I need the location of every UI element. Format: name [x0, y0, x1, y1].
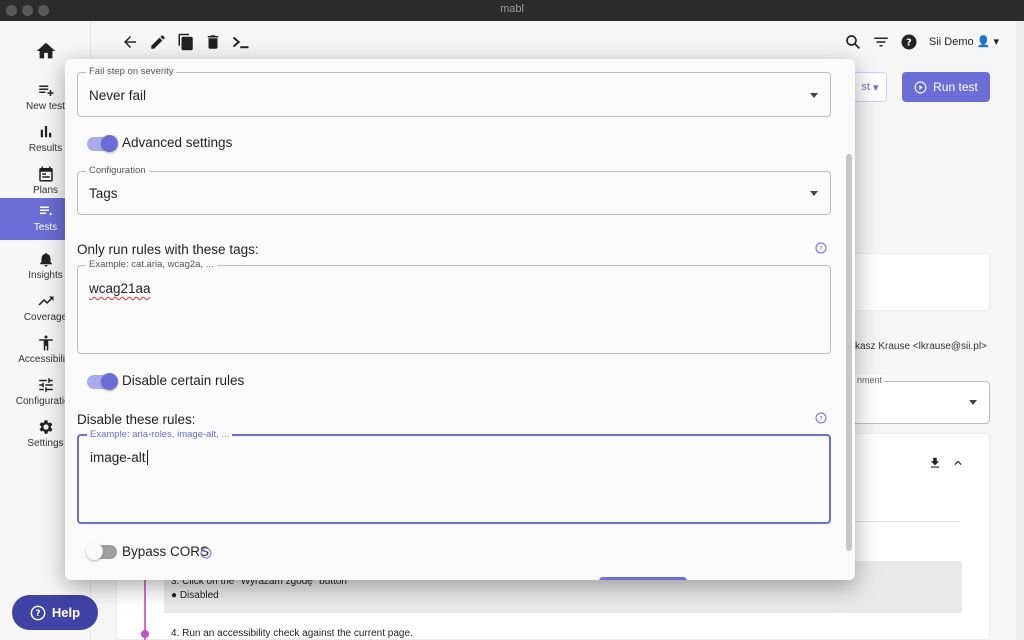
tags-section-label: Only run rules with these tags:: [77, 242, 259, 257]
help-label: Help: [51, 605, 81, 620]
trending-icon: [38, 296, 53, 306]
severity-label: Fail step on severity: [86, 66, 177, 77]
dialog-scrollbar[interactable]: [846, 154, 852, 551]
timeline-dot: [141, 630, 149, 638]
bypass-cors-label: Bypass CORS: [122, 544, 210, 559]
new-test-icon: [38, 85, 53, 96]
accessibility-icon: [38, 335, 53, 351]
advanced-settings-label: Advanced settings: [122, 135, 233, 150]
svg-text:?: ?: [819, 414, 822, 422]
toggle-knob: [86, 543, 103, 560]
svg-text:?: ?: [819, 244, 822, 252]
step-4-title: 4. Run an accessibility check against th…: [171, 628, 413, 639]
info-icon: ●: [171, 590, 178, 601]
page-scrollbar[interactable]: [1016, 21, 1024, 640]
help-circle-icon[interactable]: ?: [900, 33, 918, 51]
bypass-cors-toggle[interactable]: [86, 543, 117, 560]
disable-section-label: Disable these rules:: [77, 412, 196, 427]
split-options-button[interactable]: st ▾: [853, 72, 887, 102]
configuration-select[interactable]: Configuration Tags: [77, 165, 831, 215]
gear-icon: [39, 420, 52, 434]
window-title: mabl: [500, 3, 524, 15]
calendar-icon: [38, 166, 53, 182]
save-button[interactable]: [599, 577, 687, 580]
chevron-up-icon[interactable]: [951, 456, 965, 470]
severity-select[interactable]: Fail step on severity Never fail: [77, 66, 831, 117]
toggle-knob: [101, 373, 118, 390]
accessibility-settings-dialog: Fail step on severity Never fail Advance…: [65, 59, 855, 580]
severity-value: Never fail: [89, 88, 147, 103]
svg-text:?: ?: [204, 549, 207, 557]
tags-value: wcag21aa: [89, 281, 151, 296]
user-name: Sii Demo: [929, 36, 974, 48]
home-icon: [36, 42, 55, 59]
tags-placeholder: Example: cat.aria, wcag2a, ...: [86, 259, 217, 270]
step-3-status: ● Disabled: [171, 590, 219, 601]
environment-select[interactable]: [853, 381, 990, 424]
disable-rules-placeholder: Example: aria-roles, image-alt, ...: [87, 429, 233, 440]
run-test-button[interactable]: Run test: [902, 72, 990, 102]
info-card: [853, 253, 990, 311]
back-arrow-icon[interactable]: [121, 33, 139, 51]
question-icon[interactable]: ?: [815, 412, 827, 424]
download-icon[interactable]: [928, 456, 942, 470]
tags-textarea[interactable]: Example: cat.aria, wcag2a, ... wcag21aa: [77, 259, 831, 354]
disable-rules-value: image-alt: [90, 450, 146, 465]
advanced-settings-toggle[interactable]: [87, 135, 118, 152]
disable-rules-value-wrap: image-alt: [90, 450, 148, 465]
terminal-icon[interactable]: [231, 33, 251, 51]
sliders-icon: [38, 378, 53, 392]
caret-down-icon: [810, 92, 818, 98]
pencil-icon[interactable]: [149, 33, 167, 51]
split-button-text: st: [861, 81, 870, 93]
svg-text:?: ?: [35, 609, 40, 619]
help-button[interactable]: ? Help: [12, 595, 98, 630]
play-circle-icon: [914, 81, 927, 93]
trash-icon[interactable]: [204, 33, 222, 51]
configuration-value: Tags: [89, 186, 118, 201]
disable-rules-label: Disable certain rules: [122, 373, 245, 388]
search-icon[interactable]: [844, 33, 862, 51]
question-icon[interactable]: ?: [815, 242, 827, 254]
help-circle-icon: ?: [30, 605, 46, 620]
user-menu[interactable]: Sii Demo 👤 ▾: [929, 35, 999, 48]
environment-label: nment: [855, 375, 885, 385]
step-3-status-text: Disabled: [179, 590, 219, 601]
caret-down-icon: [810, 191, 818, 196]
question-icon[interactable]: ?: [200, 547, 212, 559]
run-test-label: Run test: [933, 80, 978, 94]
list-icon: [39, 206, 53, 216]
toggle-knob: [101, 135, 118, 152]
person-icon: 👤: [976, 36, 991, 48]
text-cursor: [146, 450, 148, 465]
disable-rules-textarea[interactable]: Example: aria-roles, image-alt, ... imag…: [77, 429, 831, 524]
disable-rules-toggle[interactable]: [87, 373, 118, 390]
svg-text:?: ?: [906, 37, 912, 48]
bell-icon: [39, 253, 52, 267]
configuration-label: Configuration: [86, 165, 149, 176]
caret-down-icon: [969, 400, 977, 405]
filter-icon[interactable]: [872, 33, 890, 51]
copy-icon[interactable]: [177, 33, 195, 51]
window-titlebar: mabl: [0, 0, 1024, 21]
chevron-down-icon: ▾: [993, 36, 999, 48]
bar-chart-icon: [40, 126, 51, 138]
author-text: kasz Krause <lkrause@sii.pl>: [855, 341, 987, 352]
